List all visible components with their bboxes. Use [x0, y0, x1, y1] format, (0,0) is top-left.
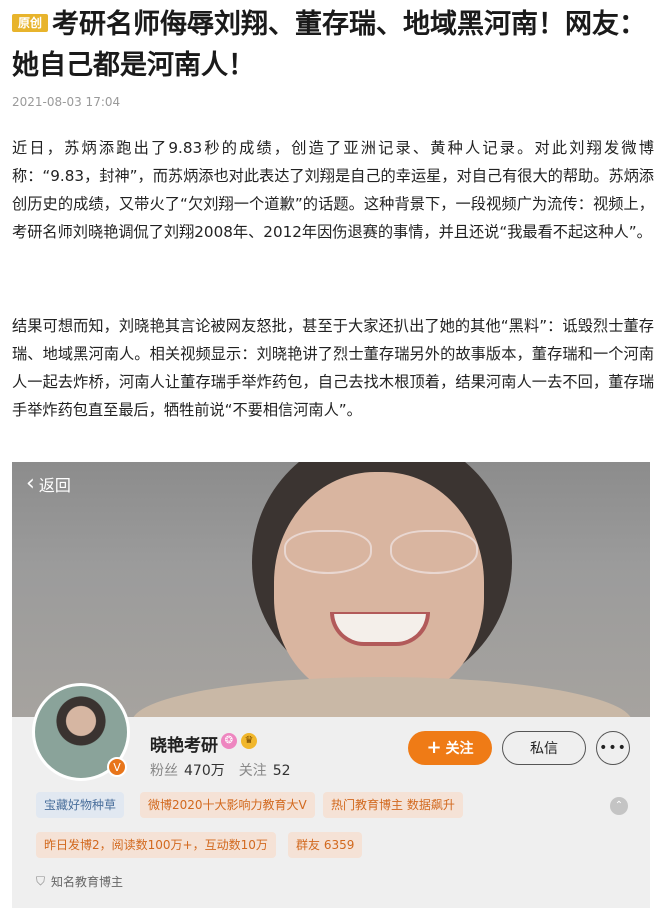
known-blogger-row: ⛉ 知名教育博主	[36, 873, 123, 890]
chevron-left-icon: ‹	[26, 471, 35, 496]
article-title-text: 考研名师侮辱刘翔、董存瑞、地域黑河南！网友：她自己都是河南人！	[12, 9, 647, 81]
back-button[interactable]: ‹ 返回	[26, 472, 71, 496]
article-title: 原创 考研名师侮辱刘翔、董存瑞、地域黑河南！网友：她自己都是河南人！	[12, 4, 657, 86]
plus-icon: +	[426, 737, 442, 758]
original-badge: 原创	[12, 14, 49, 32]
follow-label: 关注	[445, 741, 474, 757]
crown-icon[interactable]: ♛	[241, 733, 257, 749]
more-icon[interactable]: •••	[596, 731, 630, 765]
known-label: 知名教育博主	[51, 875, 124, 889]
tag-item[interactable]: 微博2020十大影响力教育大V	[140, 792, 315, 818]
tag-item[interactable]: 热门教育博主 数据飙升	[323, 792, 463, 818]
fans-label: 粉丝	[150, 763, 178, 779]
follow-button[interactable]: + 关注	[408, 731, 492, 765]
profile-cover-photo: ‹ 返回	[12, 462, 650, 717]
tag-item[interactable]: 宝藏好物种草	[36, 792, 125, 818]
collapse-icon[interactable]: ⌃	[610, 797, 628, 815]
profile-name: 晓艳考研	[150, 736, 218, 756]
back-label: 返回	[38, 476, 71, 495]
article-paragraph-2: 结果可想而知，刘晓艳其言论被网友怒批，甚至于大家还扒出了她的其他“黑料”：诋毁烈…	[12, 317, 654, 419]
tag-item[interactable]: 昨日发博2，阅读数100万+，互动数10万	[36, 832, 276, 858]
message-button[interactable]: 私信	[502, 731, 586, 765]
article-header: 原创 考研名师侮辱刘翔、董存瑞、地域黑河南！网友：她自己都是河南人！	[12, 4, 657, 86]
publish-date: 2021-08-03 17:04	[12, 95, 121, 109]
verified-icon: V	[107, 757, 127, 777]
following-count[interactable]: 52	[273, 763, 291, 779]
tag-item[interactable]: 群友 6359	[288, 832, 363, 858]
shield-icon: ⛉	[36, 874, 46, 888]
fans-count[interactable]: 470万	[184, 763, 225, 779]
article-paragraph-1: 近日，苏炳添跑出了9.83秒的成绩，创造了亚洲记录、黄种人记录。对此刘翔发微博称…	[12, 139, 654, 241]
profile-stats: 粉丝 470万 关注 52	[150, 760, 305, 780]
following-label: 关注	[238, 763, 267, 779]
super-topic-icon[interactable]: ❂	[221, 733, 237, 749]
profile-card: V 晓艳考研 ❂ ♛ 粉丝 470万 关注 52 + 关注 私信 ••• 宝藏好物种草…	[12, 683, 650, 908]
embedded-weibo-screenshot: ‹ 返回 V 晓艳考研 ❂ ♛ 粉丝 470万 关注 52 + 关注 私信 ••• 宝…	[12, 462, 650, 908]
